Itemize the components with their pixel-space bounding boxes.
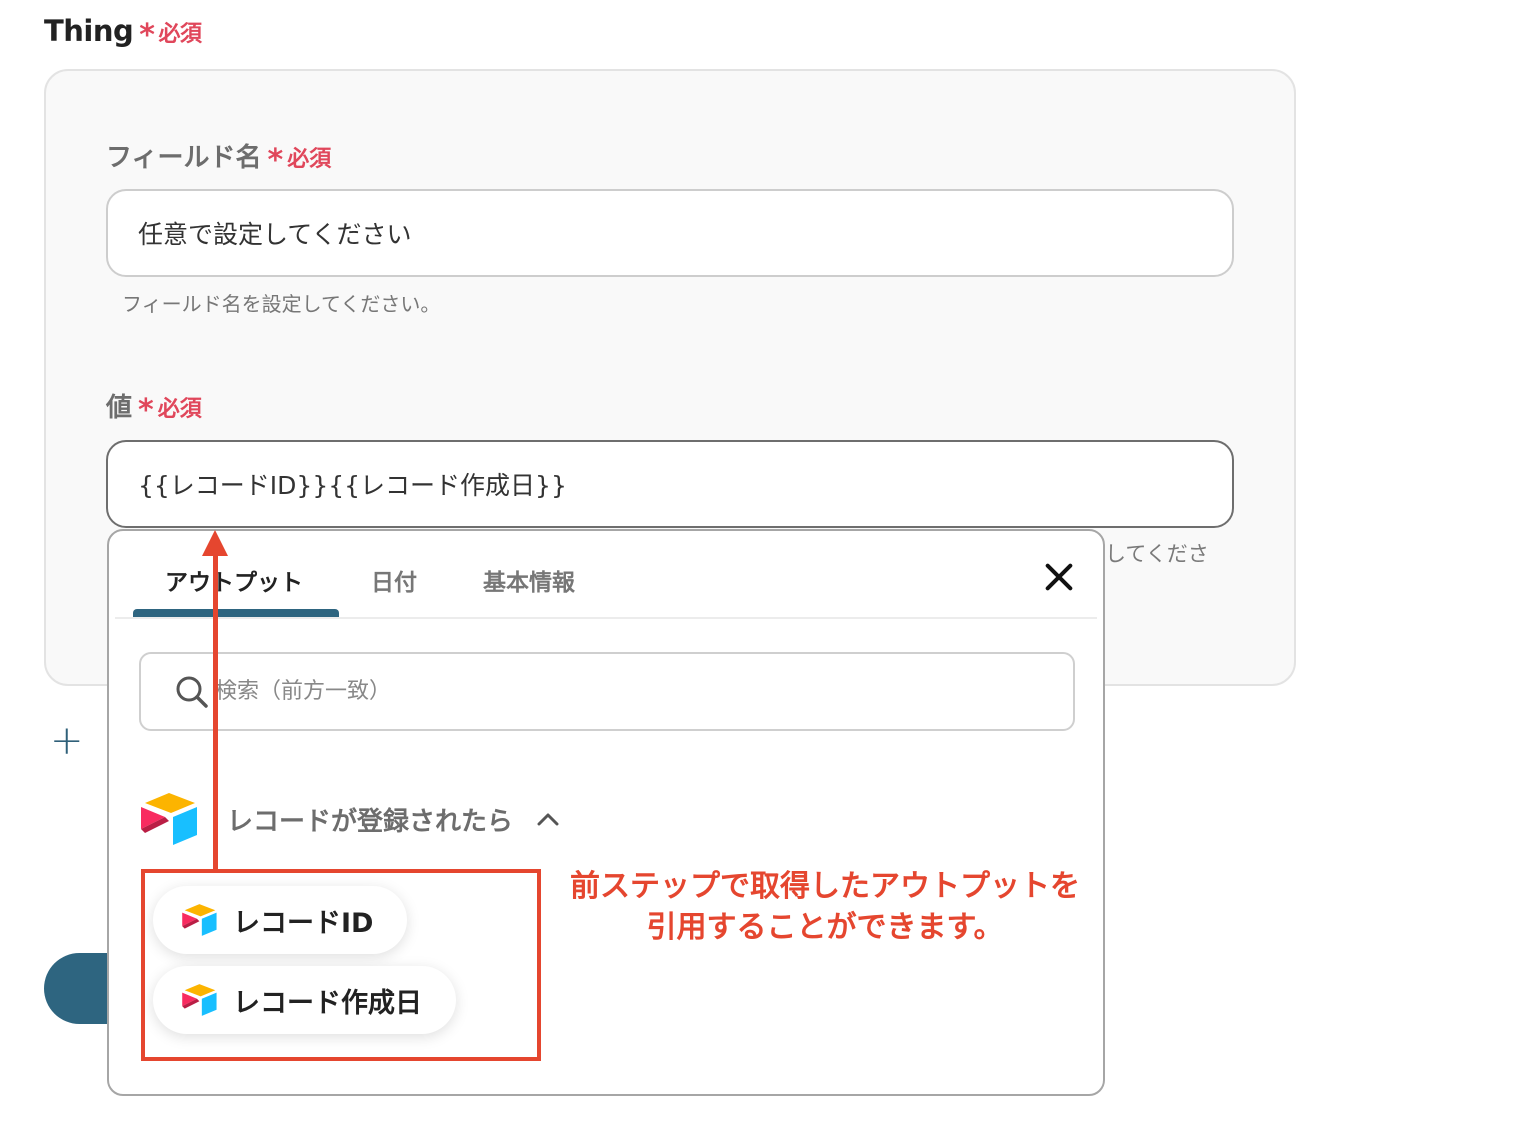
annotation-arrow-line: [213, 550, 218, 870]
value-help: してくださ: [1105, 542, 1209, 566]
tab-divider: [115, 617, 1097, 619]
output-group-label: レコードが登録されたら: [227, 806, 514, 837]
required-text: 必須: [287, 147, 332, 172]
annotation-arrow-head: [202, 530, 228, 556]
value-label: 値 * 必須: [106, 387, 202, 428]
search-input[interactable]: [215, 679, 1035, 704]
field-name-value: 任意で設定してください: [138, 220, 412, 249]
close-icon[interactable]: [1039, 557, 1079, 597]
required-star: *: [267, 143, 284, 178]
required-text: 必須: [158, 22, 202, 47]
value-input[interactable]: {{レコードID}}{{レコード作成日}}: [106, 440, 1234, 528]
field-name-input[interactable]: 任意で設定してください: [106, 189, 1234, 277]
section-title-text: Thing: [44, 14, 134, 48]
tab-active-indicator: [133, 609, 339, 617]
add-icon[interactable]: +: [50, 718, 84, 764]
annotation-text: 前ステップで取得したアウトプットを 引用することができます。: [544, 866, 1106, 948]
value-label-text: 値: [106, 393, 133, 423]
annotation-line-2: 引用することができます。: [646, 910, 1004, 945]
annotation-highlight-box: [141, 869, 541, 1061]
section-title: Thing * 必須: [44, 14, 202, 53]
chevron-up-icon[interactable]: [537, 812, 559, 826]
airtable-icon: [141, 793, 197, 845]
value-input-text: {{レコードID}}{{レコード作成日}}: [138, 471, 567, 500]
required-star: *: [139, 18, 155, 53]
tab-basic-info[interactable]: 基本情報: [483, 563, 575, 597]
tab-output[interactable]: アウトプット: [165, 563, 303, 597]
required-indicator: * 必須: [132, 393, 202, 428]
required-indicator: * 必須: [133, 14, 202, 53]
output-group-header[interactable]: レコードが登録されたら: [139, 793, 559, 845]
required-text: 必須: [157, 397, 202, 422]
required-indicator: * 必須: [261, 143, 332, 178]
search-icon: [176, 676, 208, 708]
field-name-label-text: フィールド名: [106, 143, 262, 173]
required-star: *: [138, 393, 154, 428]
tab-date[interactable]: 日付: [371, 563, 417, 597]
field-name-label: フィールド名 * 必須: [106, 137, 331, 178]
annotation-line-1: 前ステップで取得したアウトプットを: [570, 869, 1080, 904]
search-box[interactable]: [139, 652, 1075, 731]
field-name-help: フィールド名を設定してください。: [122, 292, 441, 316]
